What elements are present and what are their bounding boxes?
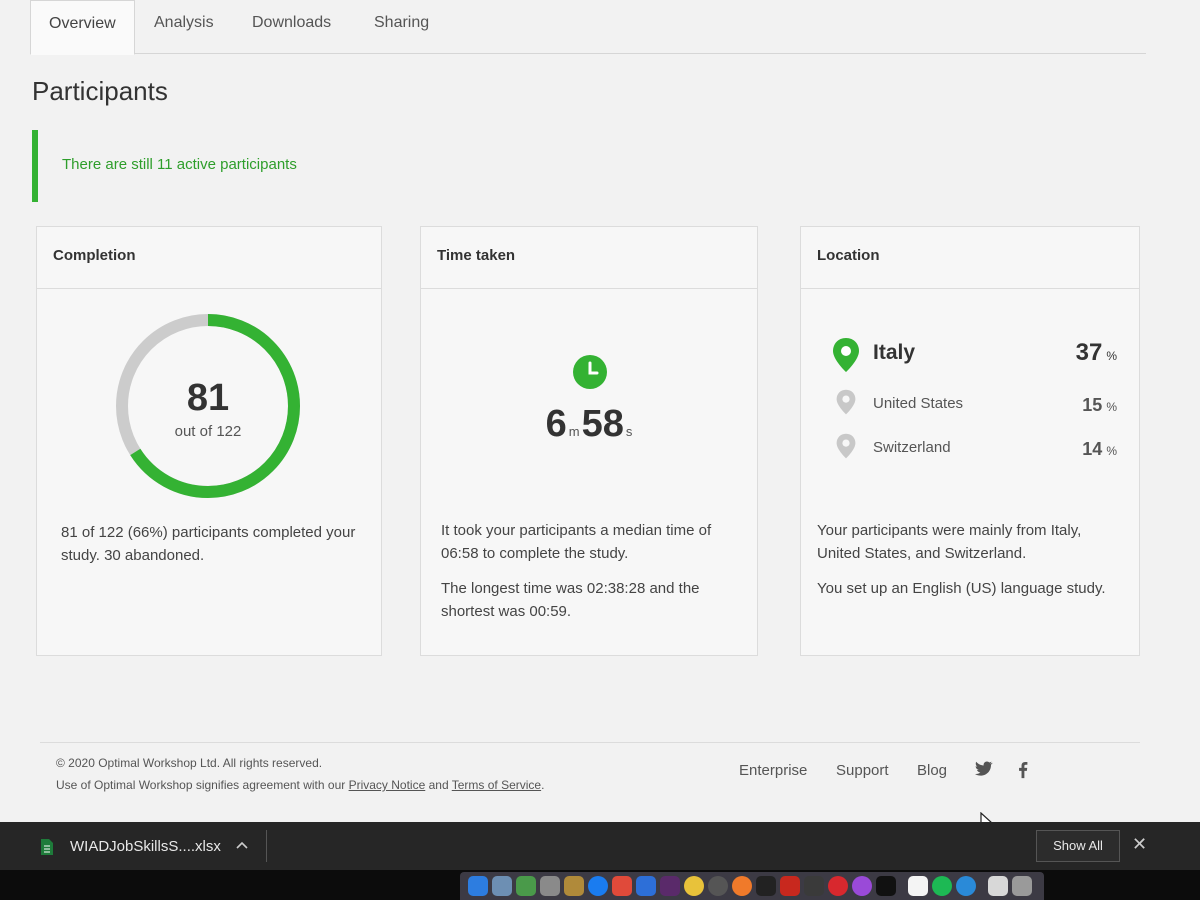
app-store-icon[interactable] — [588, 876, 608, 896]
folder-icon[interactable] — [988, 876, 1008, 896]
completion-card-title: Completion — [37, 227, 381, 289]
map-pin-icon — [836, 389, 856, 415]
time-description-median: It took your participants a median time … — [441, 522, 712, 562]
privacy-notice-link[interactable]: Privacy Notice — [349, 778, 426, 792]
app-icon[interactable] — [612, 876, 632, 896]
tab-analysis[interactable]: Analysis — [136, 0, 232, 54]
chevron-up-icon[interactable] — [236, 840, 248, 850]
safari-icon[interactable] — [956, 876, 976, 896]
footer-link-enterprise[interactable]: Enterprise — [739, 762, 807, 779]
power-icon[interactable] — [708, 876, 728, 896]
location-description-language: You set up an English (US) language stud… — [817, 580, 1106, 597]
tv-icon[interactable] — [876, 876, 896, 896]
map-pin-icon — [833, 338, 859, 372]
firefox-icon[interactable] — [732, 876, 752, 896]
median-time: 6 m58 s — [421, 403, 759, 446]
time-description-range: The longest time was 02:38:28 and the sh… — [441, 580, 700, 620]
location-percent: 37% — [1075, 339, 1117, 366]
screenshot-icon[interactable] — [540, 876, 560, 896]
copyright-text: © 2020 Optimal Workshop Ltd. All rights … — [56, 756, 323, 770]
app-icon[interactable] — [804, 876, 824, 896]
location-item: Switzerland 14% — [831, 433, 1117, 465]
location-name: Switzerland — [873, 439, 951, 456]
chrome-icon[interactable] — [684, 876, 704, 896]
news-icon[interactable] — [828, 876, 848, 896]
footer-link-blog[interactable]: Blog — [917, 762, 947, 779]
close-icon[interactable]: ✕ — [1132, 834, 1147, 855]
footer-divider — [40, 742, 1140, 743]
location-name: United States — [873, 395, 964, 412]
tab-downloads[interactable]: Downloads — [234, 0, 349, 54]
location-name: Italy — [873, 341, 916, 364]
page-title: Participants — [32, 76, 168, 106]
zoom-icon[interactable] — [636, 876, 656, 896]
alert-text: There are still 11 active participants — [62, 156, 297, 173]
seconds-unit: s — [625, 424, 633, 439]
time-taken-card-title: Time taken — [421, 227, 757, 289]
app-icon[interactable] — [564, 876, 584, 896]
messages-icon[interactable] — [492, 876, 512, 896]
show-all-button[interactable]: Show All — [1036, 830, 1120, 862]
terms-of-service-link[interactable]: Terms of Service — [452, 778, 541, 792]
location-description-main: Your participants were mainly from Italy… — [817, 522, 1082, 562]
tab-sharing[interactable]: Sharing — [356, 0, 447, 54]
terms-text: Use of Optimal Workshop signifies agreem… — [56, 778, 545, 792]
twitter-icon[interactable] — [972, 758, 994, 780]
minutes-unit: m — [568, 424, 580, 439]
footer-link-support[interactable]: Support — [836, 762, 889, 779]
acrobat-icon[interactable] — [780, 876, 800, 896]
location-item: United States 15% — [831, 389, 1117, 421]
dock — [460, 872, 1044, 900]
finder-icon[interactable] — [468, 876, 488, 896]
facetime-icon[interactable] — [516, 876, 536, 896]
map-pin-icon — [836, 433, 856, 459]
github-icon[interactable] — [756, 876, 776, 896]
location-card-title: Location — [801, 227, 1139, 289]
spotify-icon[interactable] — [932, 876, 952, 896]
tab-bar: Overview Analysis Downloads Sharing — [30, 0, 1146, 55]
download-separator — [266, 830, 267, 862]
download-file-name[interactable]: WIADJobSkillsS....xlsx — [70, 838, 221, 855]
spreadsheet-file-icon — [41, 839, 53, 855]
trash-icon[interactable] — [1012, 876, 1032, 896]
location-card: Location Italy 37% United States 15% Swi… — [800, 226, 1140, 656]
location-percent: 15% — [1082, 395, 1117, 415]
completed-count: 81 — [186, 377, 230, 419]
download-bar: WIADJobSkillsS....xlsx Show All ✕ — [0, 822, 1200, 870]
active-participants-alert: There are still 11 active participants — [32, 130, 1132, 202]
completion-description: 81 of 122 (66%) participants completed y… — [61, 524, 356, 564]
completion-card: Completion 81 out of 122 81 of 122 (66%)… — [36, 226, 382, 656]
time-taken-card: Time taken 6 m58 s It took your participan… — [420, 226, 758, 656]
tab-overview[interactable]: Overview — [30, 0, 135, 55]
location-item: Italy 37% — [831, 337, 1117, 372]
slack-icon[interactable] — [660, 876, 680, 896]
median-minutes: 6 — [545, 403, 567, 445]
total-count: out of 122 — [174, 423, 242, 440]
clock-icon — [573, 355, 607, 389]
location-percent: 14% — [1082, 439, 1117, 459]
podcasts-icon[interactable] — [852, 876, 872, 896]
calendar-icon[interactable] — [908, 876, 928, 896]
facebook-icon[interactable] — [1012, 758, 1034, 780]
median-seconds: 58 — [581, 403, 624, 445]
